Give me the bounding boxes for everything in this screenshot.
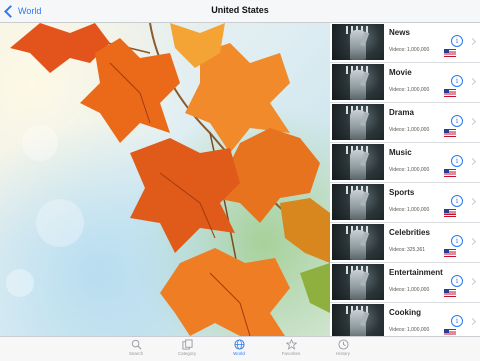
video-count: Videos: 1,000,000 [389, 47, 430, 53]
thumbnail-image [332, 144, 384, 180]
list-item-celebrities[interactable]: Celebrities Videos: 325,361 i [330, 223, 480, 263]
tab-search[interactable]: Search [116, 339, 156, 356]
disclosure-chevron-icon [468, 157, 477, 166]
clock-icon [337, 339, 349, 350]
category-title: Entertainment [389, 268, 443, 277]
category-title: Cooking [389, 308, 421, 317]
info-icon[interactable]: i [451, 315, 463, 327]
info-icon[interactable]: i [451, 75, 463, 87]
info-icon[interactable]: i [451, 235, 463, 247]
disclosure-chevron-icon [468, 197, 477, 206]
us-flag-icon [444, 329, 456, 336]
info-icon[interactable]: i [451, 115, 463, 127]
tab-world[interactable]: World [219, 339, 259, 356]
category-title: Sports [389, 188, 415, 197]
disclosure-chevron-icon [468, 317, 477, 326]
tab-label: Category [177, 351, 197, 356]
list-item-drama[interactable]: Drama Videos: 1,000,000 i [330, 103, 480, 143]
list-item-entertainment[interactable]: Entertainment Videos: 1,000,000 i [330, 263, 480, 303]
video-count: Videos: 1,000,000 [389, 167, 430, 173]
star-icon [285, 339, 297, 350]
tab-label: World [233, 351, 245, 356]
list-item-movie[interactable]: Movie Videos: 1,000,000 i [330, 63, 480, 103]
category-icon [181, 339, 193, 350]
us-flag-icon [444, 169, 456, 177]
us-flag-icon [444, 209, 456, 217]
video-count: Videos: 325,361 [389, 247, 426, 253]
info-icon[interactable]: i [451, 155, 463, 167]
tab-history[interactable]: History [323, 339, 363, 356]
us-flag-icon [444, 289, 456, 297]
disclosure-chevron-icon [468, 277, 477, 286]
thumbnail-image [332, 24, 384, 60]
category-title: Movie [389, 68, 412, 77]
disclosure-chevron-icon [468, 237, 477, 246]
video-count: Videos: 1,000,000 [389, 327, 430, 333]
hero-image-autumn-leaves [0, 23, 330, 336]
category-list: News Videos: 1,000,000 i Movie Videos: 1… [330, 23, 480, 336]
disclosure-chevron-icon [468, 77, 477, 86]
thumbnail-image [332, 104, 384, 140]
list-item-news[interactable]: News Videos: 1,000,000 i [330, 23, 480, 63]
us-flag-icon [444, 129, 456, 137]
category-title: Drama [389, 108, 414, 117]
tab-label: History [335, 351, 350, 356]
tab-label: Search [128, 351, 144, 356]
thumbnail-image [332, 224, 384, 260]
us-flag-icon [444, 89, 456, 97]
video-count: Videos: 1,000,000 [389, 207, 430, 213]
autumn-leaves-illustration [6, 23, 330, 336]
us-flag-icon [444, 49, 456, 57]
tab-bar: Search Category World Favorites History [0, 336, 480, 361]
thumbnail-image [332, 64, 384, 100]
info-icon[interactable]: i [451, 35, 463, 47]
video-count: Videos: 1,000,000 [389, 87, 430, 93]
tab-favorites[interactable]: Favorites [271, 339, 311, 356]
us-flag-icon [444, 249, 456, 257]
thumbnail-image [332, 264, 384, 300]
category-title: News [389, 28, 410, 37]
video-count: Videos: 1,000,000 [389, 287, 430, 293]
tab-category[interactable]: Category [167, 339, 207, 356]
navigation-bar: World United States [0, 0, 480, 23]
thumbnail-image [332, 184, 384, 220]
disclosure-chevron-icon [468, 37, 477, 46]
tab-label: Favorites [281, 351, 301, 356]
list-item-cooking[interactable]: Cooking Videos: 1,000,000 i [330, 303, 480, 336]
disclosure-chevron-icon [468, 117, 477, 126]
page-title: United States [211, 5, 269, 15]
info-icon[interactable]: i [451, 195, 463, 207]
globe-icon [233, 339, 245, 350]
category-title: Celebrities [389, 228, 430, 237]
list-item-music[interactable]: Music Videos: 1,000,000 i [330, 143, 480, 183]
video-count: Videos: 1,000,000 [389, 127, 430, 133]
search-icon [131, 339, 141, 350]
list-item-sports[interactable]: Sports Videos: 1,000,000 i [330, 183, 480, 223]
thumbnail-image [332, 304, 384, 336]
category-title: Music [389, 148, 412, 157]
info-icon[interactable]: i [451, 275, 463, 287]
